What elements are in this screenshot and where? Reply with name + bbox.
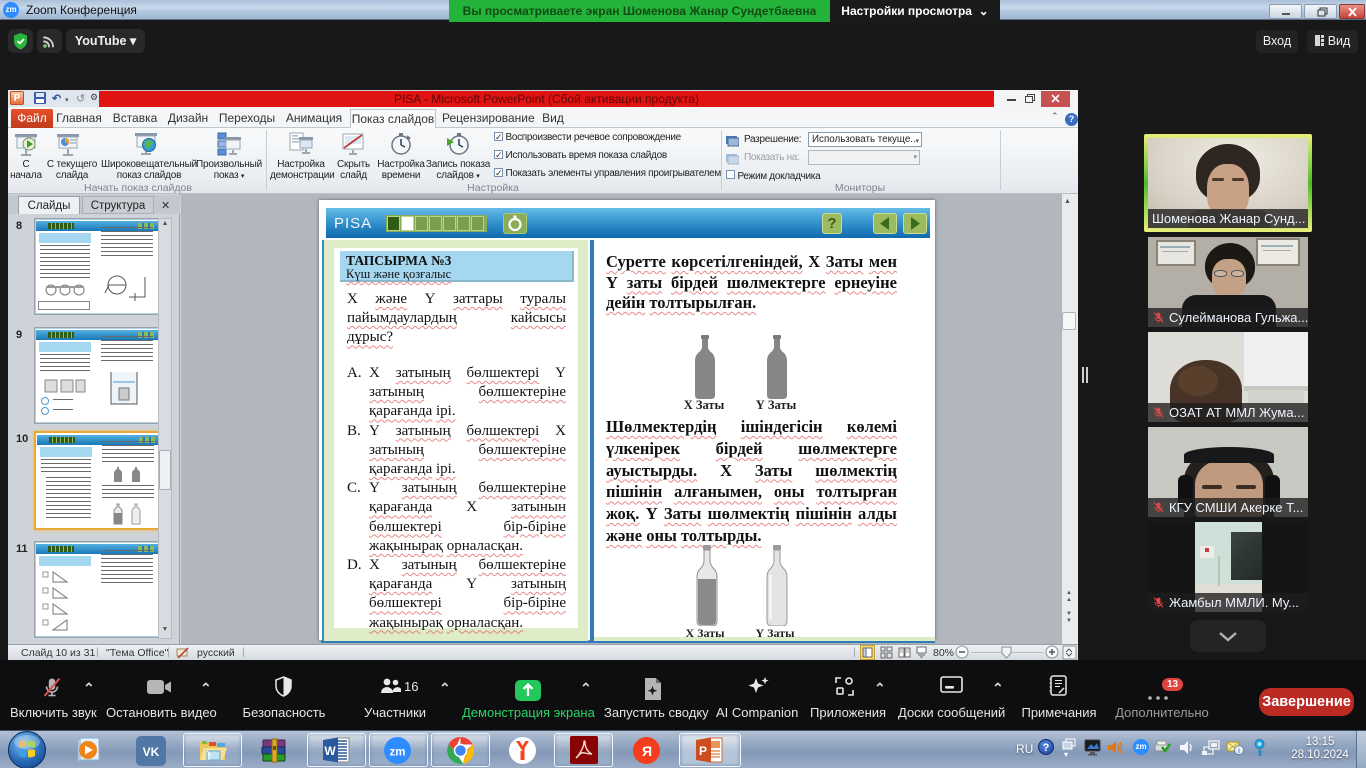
svg-text:P: P (699, 744, 707, 758)
svg-text:W: W (324, 744, 336, 758)
svg-text:VK: VK (143, 745, 160, 759)
svg-text:zm: zm (390, 747, 406, 759)
svg-text:Я: Я (642, 743, 652, 759)
